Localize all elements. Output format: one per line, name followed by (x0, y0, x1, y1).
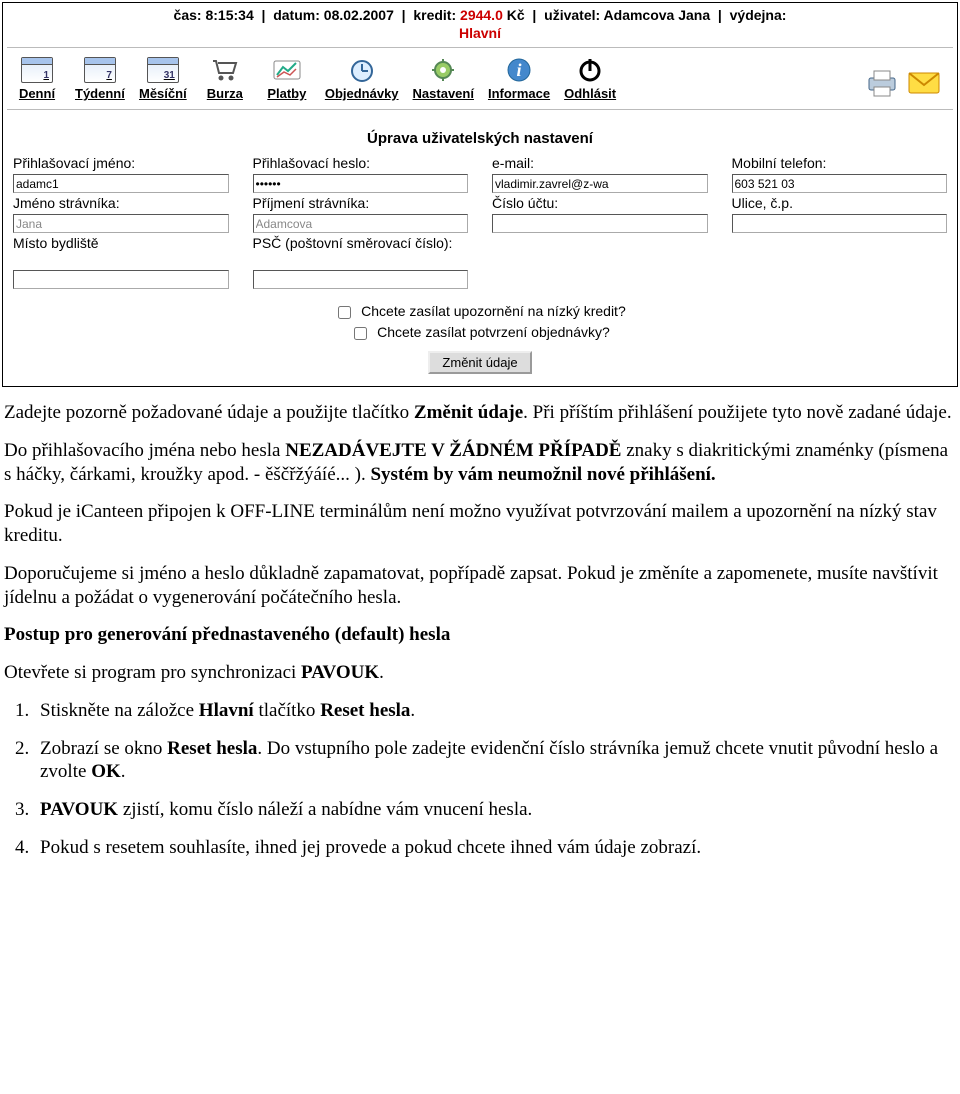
nav-label: Platby (267, 86, 306, 101)
list-item: Stiskněte na záložce Hlavní tlačítko Res… (34, 699, 952, 723)
nav-odhlasit[interactable]: Odhlásit (564, 56, 616, 101)
list-item: Pokud s resetem souhlasíte, ihned jej pr… (34, 836, 952, 860)
nav-burza[interactable]: Burza (201, 56, 249, 101)
credit-unit: Kč (507, 7, 525, 23)
nav-label: Měsíční (139, 86, 187, 101)
paragraph: Zadejte pozorně požadované údaje a použi… (4, 401, 952, 425)
paragraph: Do přihlašovacího jména nebo hesla NEZAD… (4, 439, 952, 487)
dispensary-value: Hlavní (3, 25, 957, 47)
nav-platby[interactable]: Platby (263, 56, 311, 101)
submit-button[interactable]: Změnit údaje (428, 351, 531, 374)
zip-input[interactable] (253, 270, 469, 289)
email-input[interactable] (492, 174, 708, 193)
firstname-input (13, 214, 229, 233)
mail-icon[interactable] (907, 70, 941, 99)
paragraph: Otevřete si program pro synchronizaci PA… (4, 661, 952, 685)
city-input[interactable] (13, 270, 229, 289)
mobile-label: Mobilní telefon: (732, 155, 948, 173)
ordered-list: Stiskněte na záložce Hlavní tlačítko Res… (30, 699, 952, 860)
zip-label: PSČ (poštovní směrovací číslo): (253, 235, 469, 269)
low-credit-checkbox[interactable] (338, 306, 351, 319)
print-icon[interactable] (865, 68, 899, 101)
surname-label: Příjmení strávníka: (253, 195, 469, 213)
app-screenshot: čas: 8:15:34 | datum: 08.02.2007 | kredi… (2, 2, 958, 387)
nav-label: Týdenní (75, 86, 125, 101)
mobile-input[interactable] (732, 174, 948, 193)
nav-tydenni[interactable]: 7 Týdenní (75, 56, 125, 101)
credit-value: 2944.0 (460, 7, 503, 23)
email-label: e-mail: (492, 155, 708, 173)
gear-icon (426, 56, 460, 84)
divider (7, 47, 953, 48)
document-body: Zadejte pozorně požadované údaje a použi… (0, 389, 956, 860)
password-label: Přihlašovací heslo: (253, 155, 469, 173)
nav-mesicni[interactable]: 31 Měsíční (139, 56, 187, 101)
nav-label: Burza (207, 86, 243, 101)
info-icon: i (502, 56, 536, 84)
chart-icon (270, 56, 304, 84)
cart-icon (208, 56, 242, 84)
city-label: Místo bydliště (13, 235, 229, 269)
power-icon (573, 56, 607, 84)
calendar-month-icon: 31 (146, 56, 180, 84)
low-credit-label: Chcete zasílat upozornění na nízký kredi… (361, 303, 626, 319)
status-bar: čas: 8:15:34 | datum: 08.02.2007 | kredi… (3, 3, 957, 25)
list-item: Zobrazí se okno Reset hesla. Do vstupníh… (34, 737, 952, 785)
list-item: PAVOUK zjistí, komu číslo náleží a nabíd… (34, 798, 952, 822)
nav-nastaveni[interactable]: Nastavení (413, 56, 474, 101)
nav-label: Informace (488, 86, 550, 101)
login-input[interactable] (13, 174, 229, 193)
paragraph: Doporučujeme si jméno a heslo důkladně z… (4, 562, 952, 610)
calendar-day-icon: 1 (20, 56, 54, 84)
user-value: Adamcova Jana (604, 7, 711, 23)
password-input[interactable] (253, 174, 469, 193)
heading: Postup pro generování přednastaveného (d… (4, 623, 952, 647)
clock-icon (345, 56, 379, 84)
paragraph: Pokud je iCanteen připojen k OFF-LINE te… (4, 500, 952, 548)
svg-text:i: i (517, 60, 522, 80)
account-label: Číslo účtu: (492, 195, 708, 213)
nav-label: Denní (19, 86, 55, 101)
divider (7, 109, 953, 110)
date-value: 08.02.2007 (324, 7, 394, 23)
login-label: Přihlašovací jméno: (13, 155, 229, 173)
street-label: Ulice, č.p. (732, 195, 948, 213)
account-input[interactable] (492, 214, 708, 233)
nav-label: Nastavení (413, 86, 474, 101)
user-label: uživatel: (544, 7, 600, 23)
time-label: čas: (174, 7, 202, 23)
toolbar: 1 Denní 7 Týdenní 31 Měsíční Burza Platb… (3, 52, 957, 109)
street-input[interactable] (732, 214, 948, 233)
firstname-label: Jméno strávníka: (13, 195, 229, 213)
time-value: 8:15:34 (205, 7, 253, 23)
confirm-order-checkbox[interactable] (354, 327, 367, 340)
nav-label: Objednávky (325, 86, 399, 101)
date-label: datum: (273, 7, 320, 23)
form-title: Úprava uživatelských nastavení (13, 130, 947, 147)
dispensary-label: výdejna: (730, 7, 787, 23)
surname-input (253, 214, 469, 233)
settings-form: Úprava uživatelských nastavení Přihlašov… (3, 114, 957, 386)
nav-objednavky[interactable]: Objednávky (325, 56, 399, 101)
nav-denni[interactable]: 1 Denní (13, 56, 61, 101)
confirm-order-label: Chcete zasílat potvrzení objednávky? (377, 324, 610, 340)
calendar-week-icon: 7 (83, 56, 117, 84)
nav-label: Odhlásit (564, 86, 616, 101)
nav-informace[interactable]: i Informace (488, 56, 550, 101)
credit-label: kredit: (413, 7, 456, 23)
